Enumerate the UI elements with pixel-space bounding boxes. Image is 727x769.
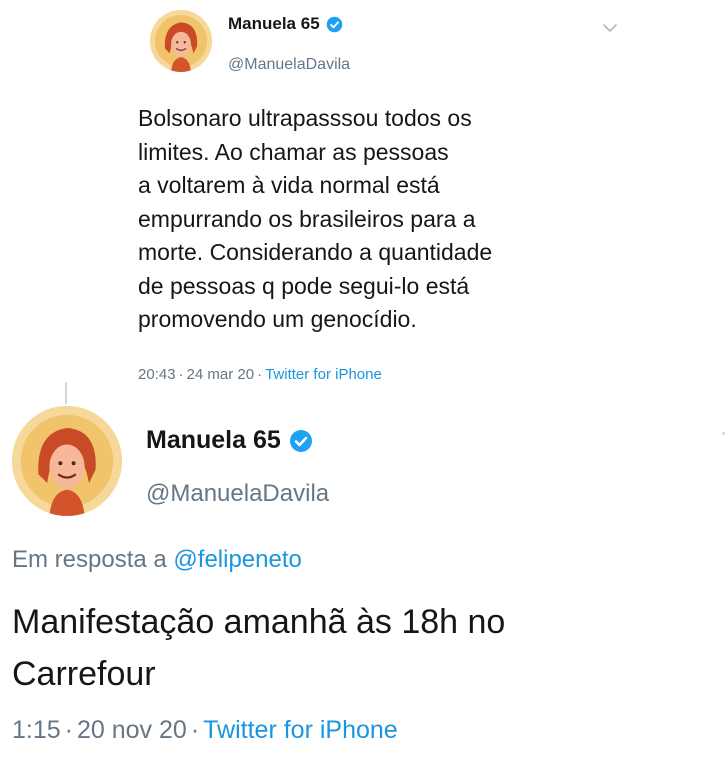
edge-artifact — [722, 432, 725, 435]
tweet-text-line: Carrefour — [12, 655, 156, 693]
verified-badge-icon — [289, 429, 312, 452]
separator: · — [257, 366, 263, 383]
separator: · — [190, 716, 200, 744]
tweet-text-line: empurrando os brasileiros para a — [138, 205, 476, 232]
tweet-time[interactable]: 20:43 — [138, 366, 176, 383]
tweet-source-link[interactable]: Twitter for iPhone — [265, 366, 382, 383]
avatar-portrait-icon — [12, 406, 122, 516]
tweet-date[interactable]: 24 mar 20 — [187, 366, 255, 383]
tweet-text: Bolsonaro ultrapasssou todos os limites.… — [138, 102, 608, 337]
chevron-down-icon[interactable] — [602, 22, 618, 34]
display-name[interactable]: Manuela 65 — [228, 14, 343, 34]
handle[interactable]: @ManuelaDavila — [146, 480, 329, 508]
avatar[interactable] — [12, 406, 122, 516]
tweet-time[interactable]: 1:15 — [12, 716, 61, 744]
tweet-metadata: 1:15 · 20 nov 20 · Twitter for iPhone — [12, 716, 398, 745]
avatar[interactable] — [150, 10, 212, 72]
tweet-metadata: 20:43 · 24 mar 20 · Twitter for iPhone — [138, 366, 382, 383]
separator: · — [64, 716, 73, 744]
tweet-text-line: a voltarem à vida normal está — [138, 172, 440, 198]
reply-mention-link[interactable]: @felipeneto — [173, 546, 301, 573]
verified-badge-icon — [326, 16, 342, 32]
tweet-text-line: Manifestação amanhã às 18h no — [12, 603, 506, 641]
display-name-text[interactable]: Manuela 65 — [146, 426, 281, 455]
tweet-top: Manuela 65 @ManuelaDavila Bolsonaro ultr… — [0, 0, 727, 395]
tweet-text-line: morte. Considerando a quantidade — [138, 239, 493, 265]
display-name-text[interactable]: Manuela 65 — [228, 14, 320, 34]
tweet-text-line: limites. Ao chamar as pessoas — [138, 138, 449, 165]
tweet-text-line: Bolsonaro ultrapasssou todos os — [138, 105, 472, 131]
tweet-text-line: promovendo um genocídio. — [138, 306, 417, 332]
reply-prefix: Em resposta a — [12, 546, 167, 573]
display-name[interactable]: Manuela 65 — [146, 426, 313, 455]
tweet-text: Manifestação amanhã às 18h no Carrefour — [12, 596, 712, 700]
handle[interactable]: @ManuelaDavila — [228, 56, 350, 74]
tweet-bottom: Manuela 65 @ManuelaDavila Em resposta a … — [0, 400, 727, 769]
reply-context: Em resposta a @felipeneto — [12, 546, 302, 574]
separator: · — [178, 366, 184, 383]
tweet-text-line: de pessoas q pode segui-lo está — [138, 272, 470, 299]
avatar-portrait-icon — [150, 10, 212, 72]
tweet-source-link[interactable]: Twitter for iPhone — [203, 716, 398, 744]
tweet-date[interactable]: 20 nov 20 — [77, 716, 187, 744]
